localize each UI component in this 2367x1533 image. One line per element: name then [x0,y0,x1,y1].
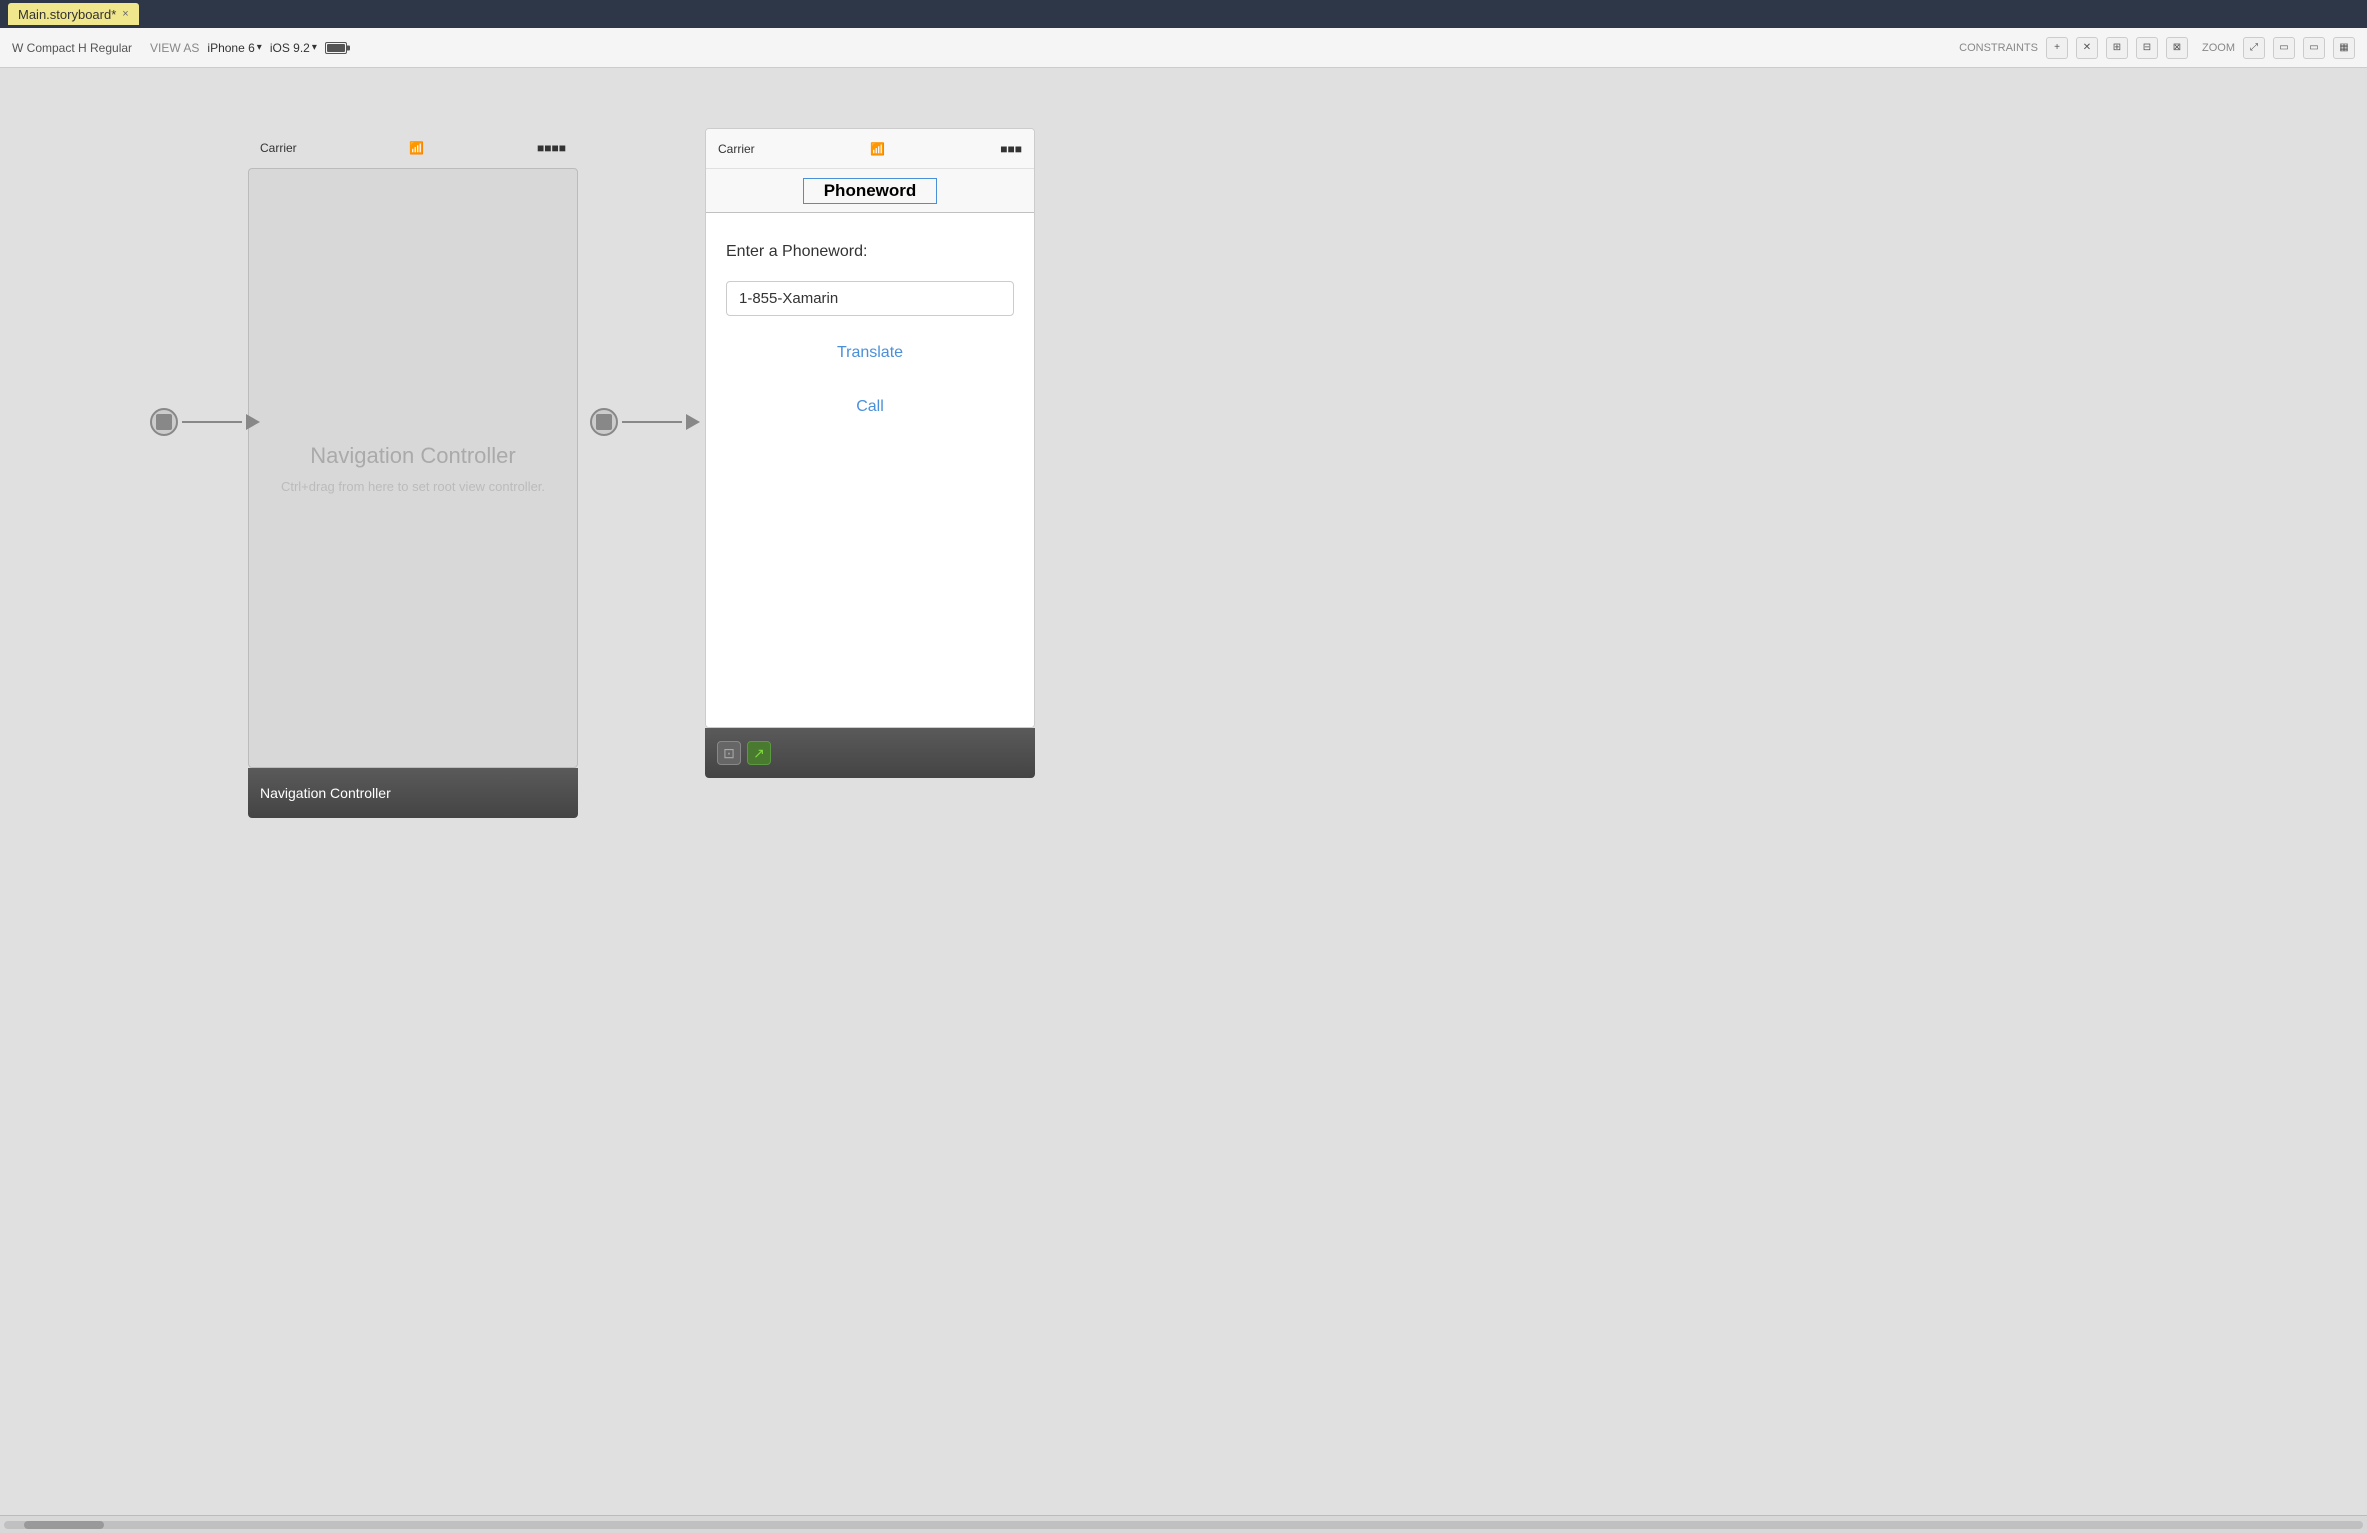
iphone-content: Enter a Phoneword: Translate Call [706,213,1034,727]
constraints-align-btn[interactable]: ⊟ [2136,37,2158,59]
iphone-frame: Carrier 📶 ■■■ Phoneword Enter a Phonewor… [705,128,1035,728]
toolbar: W Compact H Regular VIEW AS iPhone 6 iOS… [0,28,2367,68]
constraints-remove-btn[interactable]: ✕ [2076,37,2098,59]
iphone-carrier: Carrier [718,142,755,156]
constraints-label: CONSTRAINTS [1959,42,2038,54]
size-class-label: W Compact H Regular [12,41,132,55]
zoom-fit-btn[interactable]: ⤢ [2243,37,2265,59]
arrow-head-right [686,414,700,430]
segue-arrow-right [590,408,700,436]
toolbar-left: W Compact H Regular VIEW AS iPhone 6 iOS… [12,41,1949,55]
canvas-area: Carrier 📶 ■■■■ Navigation Controller Ctr… [0,68,2367,1515]
arrow-head-left [246,414,260,430]
constraints-layout-btn[interactable]: ⊞ [2106,37,2128,59]
arrow-line-right [622,421,682,423]
nav-battery-icon: ■■■■ [537,141,566,155]
tab-main-storyboard[interactable]: Main.storyboard* × [8,3,139,25]
toolbar-right: CONSTRAINTS + ✕ ⊞ ⊟ ⊠ ZOOM ⤢ ▭ ▭ ▦ [1959,37,2355,59]
iphone-view-controller: Carrier 📶 ■■■ Phoneword Enter a Phonewor… [705,128,1035,778]
tab-label: Main.storyboard* [18,7,116,22]
nav-controller-bar: Navigation Controller [248,768,578,818]
view-as-label: VIEW AS [150,41,199,55]
nav-controller-bar-label: Navigation Controller [260,785,391,801]
iphone-nav-title: Phoneword [824,181,917,200]
nav-wifi-icon: 📶 [409,141,424,155]
zoom-100-btn[interactable]: ▦ [2333,37,2355,59]
translate-button[interactable]: Translate [726,336,1014,370]
call-button[interactable]: Call [726,390,1014,424]
constraints-add-btn[interactable]: + [2046,37,2068,59]
title-bar: Main.storyboard* × [0,0,2367,28]
zoom-plus-btn[interactable]: ▭ [2303,37,2325,59]
iphone-wifi-icon: 📶 [870,142,885,156]
horizontal-scrollbar[interactable] [0,1515,2367,1533]
arrow-line-left [182,421,242,423]
iphone-status-bar: Carrier 📶 ■■■ [706,129,1034,169]
nav-controller-block: Carrier 📶 ■■■■ Navigation Controller Ctr… [248,128,578,778]
enter-phoneword-label: Enter a Phoneword: [726,243,1014,261]
nav-status-bar: Carrier 📶 ■■■■ [248,128,578,168]
iphone-battery: ■■■ [1000,142,1022,156]
constraints-size-btn[interactable]: ⊠ [2166,37,2188,59]
bottom-icon-controller: ⊡ [717,741,741,765]
iphone-nav-title-box: Phoneword [803,178,938,204]
tab-close-button[interactable]: × [122,8,128,20]
scrollbar-thumb[interactable] [24,1521,104,1529]
iphone-nav-bar: Phoneword [706,169,1034,213]
arrow-circle-icon-right [596,414,612,430]
zoom-minus-btn[interactable]: ▭ [2273,37,2295,59]
arrow-circle-left [150,408,178,436]
arrow-circle-right [590,408,618,436]
phone-input-field[interactable] [726,281,1014,316]
zoom-label: ZOOM [2202,42,2235,54]
ios-dropdown[interactable]: iOS 9.2 [270,41,317,55]
bottom-icon-segue: ↗ [747,741,771,765]
entry-arrow-left [150,408,260,436]
arrow-circle-icon-left [156,414,172,430]
nav-controller-subtitle: Ctrl+drag from here to set root view con… [281,479,545,494]
iphone-bottom-bar: ⊡ ↗ [705,728,1035,778]
nav-carrier-label: Carrier [260,141,297,155]
nav-controller-title: Navigation Controller [310,443,515,469]
toolbar-battery-icon [325,42,347,54]
scrollbar-track [4,1521,2363,1529]
device-dropdown[interactable]: iPhone 6 [207,41,261,55]
nav-controller-phone: Navigation Controller Ctrl+drag from her… [248,168,578,768]
